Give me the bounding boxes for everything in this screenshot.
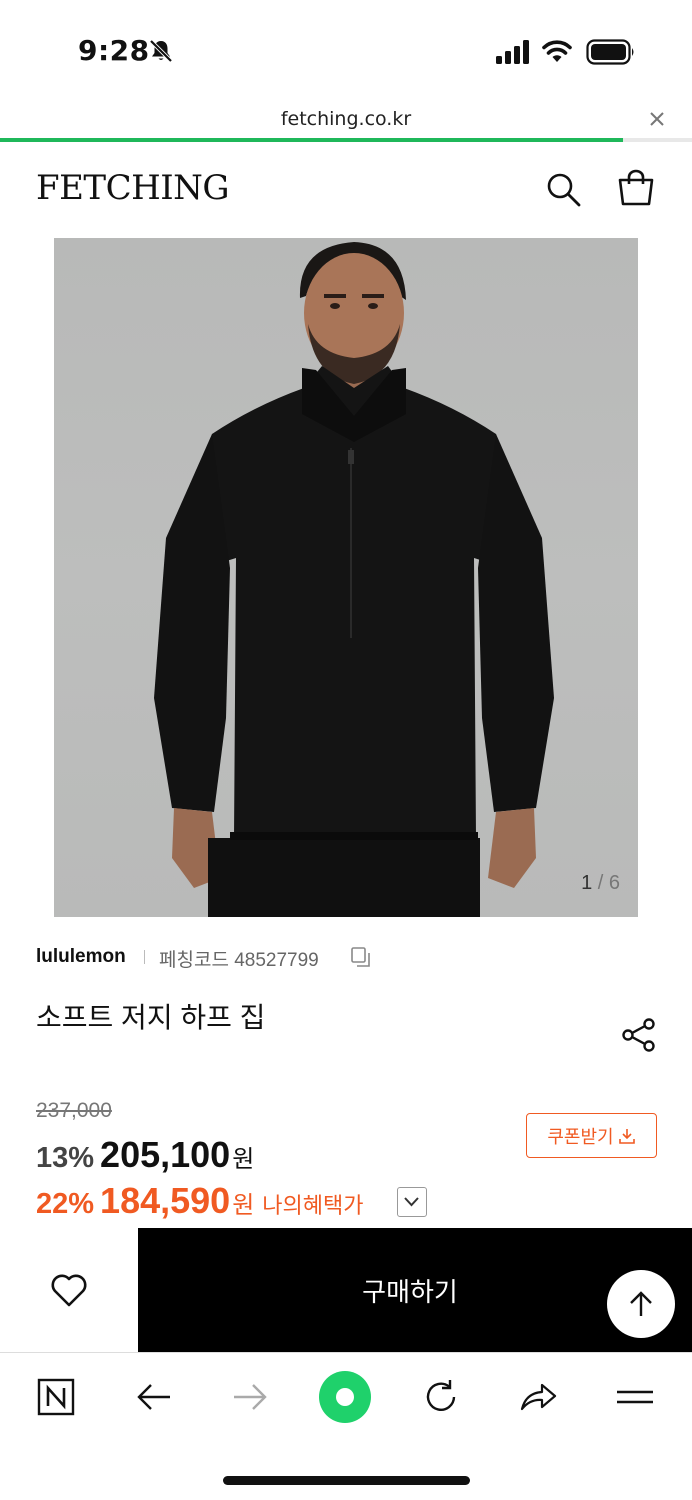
status-time: 9:28 [78, 34, 150, 67]
page-load-progress [0, 138, 692, 142]
discount-percent: 13% [36, 1142, 95, 1174]
sale-price: 205,100 [100, 1134, 231, 1175]
benefit-price-row: 22% 184,590 원 나의혜택가 [36, 1180, 363, 1224]
url-bar[interactable]: fetching.co.kr [0, 100, 692, 142]
forward-arrow-icon [234, 1384, 267, 1410]
sale-price-row: 13% 205,100 원 [36, 1134, 255, 1175]
back-button[interactable] [132, 1375, 176, 1419]
heart-icon [51, 1274, 87, 1307]
url-text[interactable]: fetching.co.kr [0, 108, 692, 130]
share-arrow-icon [520, 1383, 557, 1411]
wifi-icon [542, 40, 572, 62]
image-counter: 1 / 6 [581, 872, 620, 895]
green-dot-button[interactable] [318, 1370, 372, 1424]
product-photo-illustration [154, 242, 554, 917]
shopping-bag-icon[interactable] [616, 168, 656, 208]
fetching-logo[interactable]: FETCHING [36, 168, 230, 208]
status-bar: 9:28 [0, 0, 692, 100]
close-icon[interactable] [646, 108, 668, 130]
menu-button[interactable] [612, 1375, 658, 1419]
coupon-button-label: 쿠폰받기 [547, 1126, 614, 1147]
naver-home-button[interactable] [34, 1375, 78, 1419]
product-brand[interactable]: lululemon [36, 946, 126, 968]
search-icon[interactable] [544, 170, 582, 208]
scroll-to-top-button[interactable] [607, 1270, 675, 1338]
reload-button[interactable] [419, 1375, 463, 1419]
benefit-currency-unit: 원 [232, 1192, 255, 1219]
divider [144, 950, 145, 964]
share-icon[interactable] [620, 1016, 658, 1054]
menu-icon [617, 1390, 653, 1404]
naver-n-icon [37, 1378, 75, 1416]
image-separator: / [592, 872, 609, 894]
browser-toolbar [0, 1352, 692, 1442]
bell-muted-icon [149, 39, 173, 63]
download-icon [618, 1128, 635, 1144]
wishlist-button[interactable] [0, 1228, 138, 1352]
product-code: 페칭코드 48527799 [159, 950, 319, 971]
original-price: 237,000 [36, 1099, 112, 1122]
cellular-signal-icon [496, 40, 529, 64]
back-arrow-icon [137, 1384, 170, 1410]
benefit-expand-button[interactable] [397, 1187, 427, 1217]
image-total: 6 [608, 872, 620, 894]
product-image[interactable]: 1 / 6 [54, 238, 638, 917]
benefit-price: 184,590 [100, 1180, 231, 1221]
green-dot-icon [319, 1371, 371, 1423]
chevron-down-icon [404, 1197, 419, 1207]
home-indicator [223, 1476, 470, 1485]
share-page-button[interactable] [516, 1375, 560, 1419]
purchase-bar: 구매하기 [0, 1228, 692, 1352]
benefit-label: 나의혜택가 [262, 1193, 364, 1218]
forward-button[interactable] [228, 1375, 272, 1419]
currency-unit: 원 [232, 1146, 255, 1173]
coupon-button[interactable]: 쿠폰받기 [526, 1113, 657, 1158]
reload-icon [426, 1380, 456, 1411]
arrow-up-icon [630, 1291, 652, 1316]
product-title: 소프트 저지 하프 집 [36, 1002, 266, 1033]
image-index: 1 [581, 872, 593, 894]
page-load-progress-fill [0, 138, 623, 142]
copy-icon[interactable] [350, 946, 372, 968]
battery-icon [586, 39, 634, 65]
site-header: FETCHING [0, 150, 692, 230]
benefit-percent: 22% [36, 1188, 95, 1220]
